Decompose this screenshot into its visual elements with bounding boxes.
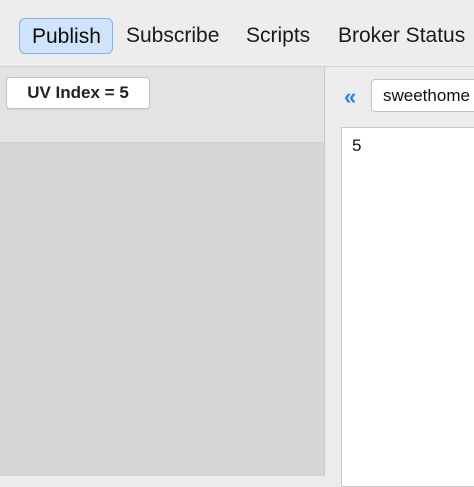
right-panel: « sweethome 5 bbox=[325, 67, 474, 487]
tab-scripts[interactable]: Scripts bbox=[246, 18, 310, 54]
collapse-left-icon[interactable]: « bbox=[344, 86, 356, 108]
topic-input[interactable]: sweethome bbox=[371, 79, 474, 112]
tab-publish[interactable]: Publish bbox=[19, 18, 113, 54]
tab-bar: Publish Subscribe Scripts Broker Status bbox=[0, 0, 474, 67]
left-panel: UV Index = 5 bbox=[0, 67, 324, 476]
payload-textarea[interactable]: 5 bbox=[341, 127, 474, 487]
uv-index-topic-button[interactable]: UV Index = 5 bbox=[6, 77, 150, 109]
left-toolbar: UV Index = 5 bbox=[0, 67, 324, 143]
tab-broker-status[interactable]: Broker Status bbox=[338, 18, 465, 54]
tab-subscribe[interactable]: Subscribe bbox=[126, 18, 219, 54]
